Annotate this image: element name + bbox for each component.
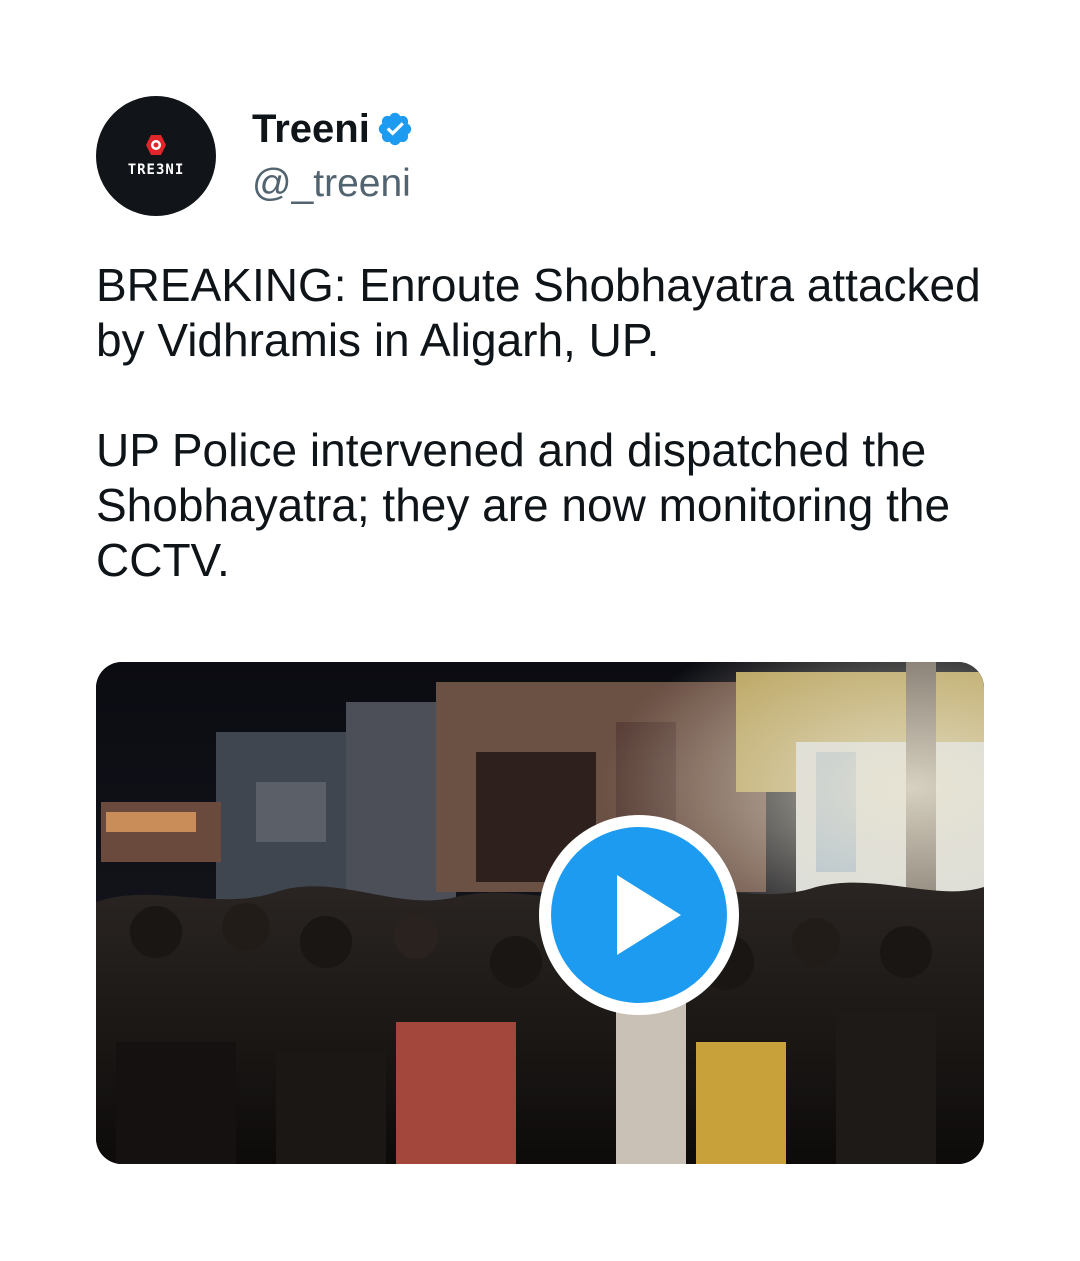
tweet-paragraph: BREAKING: Enroute Shobhayatra attacked b…	[96, 259, 981, 366]
play-button-circle	[551, 827, 727, 1003]
treeni-logo-icon	[146, 135, 166, 155]
tweet-paragraph: UP Police intervened and dispatched the …	[96, 424, 951, 586]
verified-badge-icon	[378, 112, 412, 146]
tweet-card: TRE3NI Treeni @_treeni BREAKING: Enroute…	[0, 0, 1080, 1261]
video-thumbnail[interactable]	[96, 662, 984, 1164]
avatar-logo-text: TRE3NI	[127, 162, 185, 178]
author-handle[interactable]: @_treeni	[252, 160, 411, 208]
author-display-name[interactable]: Treeni	[252, 104, 370, 154]
play-icon	[617, 875, 681, 955]
author-name-row: Treeni	[252, 104, 414, 154]
avatar[interactable]: TRE3NI	[96, 96, 216, 216]
play-button[interactable]	[539, 815, 739, 1015]
tweet-text: BREAKING: Enroute Shobhayatra attacked b…	[96, 258, 996, 588]
